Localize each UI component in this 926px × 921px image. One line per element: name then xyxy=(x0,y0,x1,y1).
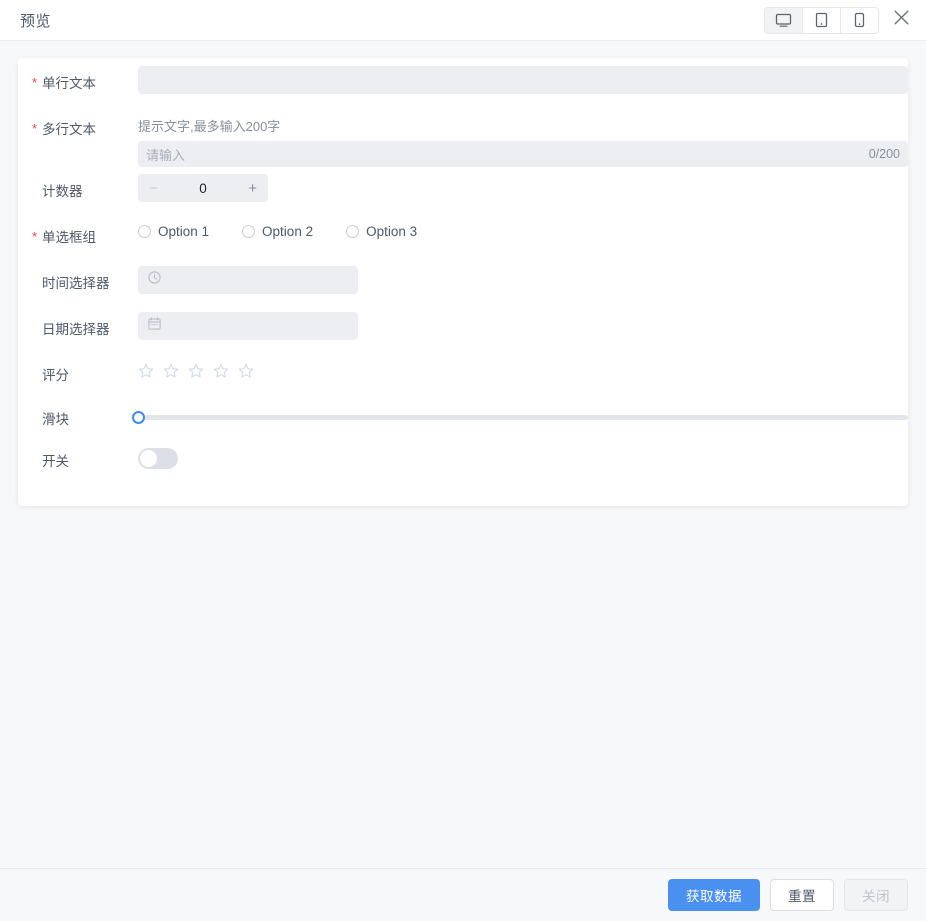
control-date-picker xyxy=(138,312,898,340)
close-dialog-button[interactable]: 关闭 xyxy=(844,879,908,911)
form-row-slider: 滑块 xyxy=(18,404,908,444)
radio-circle-icon xyxy=(138,225,151,238)
date-picker-input[interactable] xyxy=(138,312,358,340)
tablet-icon xyxy=(815,12,828,28)
label-single-text: * 单行文本 xyxy=(30,66,138,94)
label-rate: 评分 xyxy=(30,358,138,386)
control-multi-text: 提示文字,最多输入200字 请输入 0/200 xyxy=(138,112,898,167)
control-slider xyxy=(138,404,898,426)
form-row-radio-group: * 单选框组 Option 1 Option 2 Option 3 xyxy=(18,220,908,266)
preview-form-card: * 单行文本 * 多行文本 提示文字,最多输入200字 请输入 0/200 计数… xyxy=(18,58,908,506)
star-icon-2[interactable] xyxy=(163,363,179,384)
multi-text-hint: 提示文字,最多输入200字 xyxy=(138,118,898,136)
clock-icon xyxy=(148,271,161,289)
time-picker-input[interactable] xyxy=(138,266,358,294)
control-radio-group: Option 1 Option 2 Option 3 xyxy=(138,220,898,239)
device-mode-mobile[interactable] xyxy=(841,8,878,33)
switch-knob xyxy=(140,450,157,467)
form-row-single-text: * 单行文本 xyxy=(18,66,908,112)
slider-track[interactable] xyxy=(138,415,908,420)
required-marker: * xyxy=(32,121,37,137)
multi-text-counter: 0/200 xyxy=(869,147,900,161)
close-icon xyxy=(893,9,910,31)
radio-option-2[interactable]: Option 2 xyxy=(242,224,313,239)
label-switch: 开关 xyxy=(30,444,138,472)
preview-header: 预览 xyxy=(0,0,926,41)
control-single-text xyxy=(138,66,898,94)
counter-stepper: − 0 + xyxy=(138,174,268,202)
radio-option-1[interactable]: Option 1 xyxy=(138,224,209,239)
label-date-picker: 日期选择器 xyxy=(30,312,138,340)
required-marker: * xyxy=(32,229,37,245)
multi-text-placeholder: 请输入 xyxy=(146,145,185,164)
control-rate xyxy=(138,358,898,384)
radio-group: Option 1 Option 2 Option 3 xyxy=(138,220,898,239)
reset-button[interactable]: 重置 xyxy=(770,879,834,911)
switch-toggle[interactable] xyxy=(138,448,178,469)
label-radio-group: * 单选框组 xyxy=(30,220,138,248)
form-row-time-picker: 时间选择器 xyxy=(18,266,908,312)
label-counter: 计数器 xyxy=(30,174,138,202)
star-icon-5[interactable] xyxy=(238,363,254,384)
control-counter: − 0 + xyxy=(138,174,898,202)
form-row-counter: 计数器 − 0 + xyxy=(18,174,908,220)
star-icon-1[interactable] xyxy=(138,363,154,384)
radio-circle-icon xyxy=(346,225,359,238)
mobile-icon xyxy=(854,12,865,28)
star-icon-4[interactable] xyxy=(213,363,229,384)
form-row-rate: 评分 xyxy=(18,358,908,404)
required-marker: * xyxy=(32,75,37,91)
label-time-picker: 时间选择器 xyxy=(30,266,138,294)
label-multi-text: * 多行文本 xyxy=(30,112,138,140)
counter-value[interactable]: 0 xyxy=(199,181,207,196)
counter-increment-button[interactable]: + xyxy=(248,181,257,196)
desktop-icon xyxy=(775,13,792,28)
radio-option-3[interactable]: Option 3 xyxy=(346,224,417,239)
device-mode-desktop[interactable] xyxy=(765,8,803,33)
close-button[interactable] xyxy=(889,8,913,32)
multi-text-input[interactable]: 请输入 0/200 xyxy=(138,141,908,167)
control-time-picker xyxy=(138,266,898,294)
calendar-icon xyxy=(148,317,161,335)
rate-stars xyxy=(138,358,898,384)
form-row-multi-text: * 多行文本 提示文字,最多输入200字 请输入 0/200 xyxy=(18,112,908,174)
header-actions xyxy=(764,7,913,34)
control-switch xyxy=(138,444,898,469)
slider-handle[interactable] xyxy=(132,411,145,424)
radio-circle-icon xyxy=(242,225,255,238)
device-mode-tablet[interactable] xyxy=(803,8,841,33)
form-row-switch: 开关 xyxy=(18,444,908,488)
single-text-input[interactable] xyxy=(138,66,908,94)
star-icon-3[interactable] xyxy=(188,363,204,384)
footer-actions: 获取数据 重置 关闭 xyxy=(0,868,926,921)
get-data-button[interactable]: 获取数据 xyxy=(668,879,760,911)
device-mode-group xyxy=(764,7,879,34)
page-title: 预览 xyxy=(20,10,51,31)
form-row-date-picker: 日期选择器 xyxy=(18,312,908,358)
slider[interactable] xyxy=(138,404,908,426)
counter-decrement-button[interactable]: − xyxy=(149,181,158,196)
label-slider: 滑块 xyxy=(30,404,138,430)
